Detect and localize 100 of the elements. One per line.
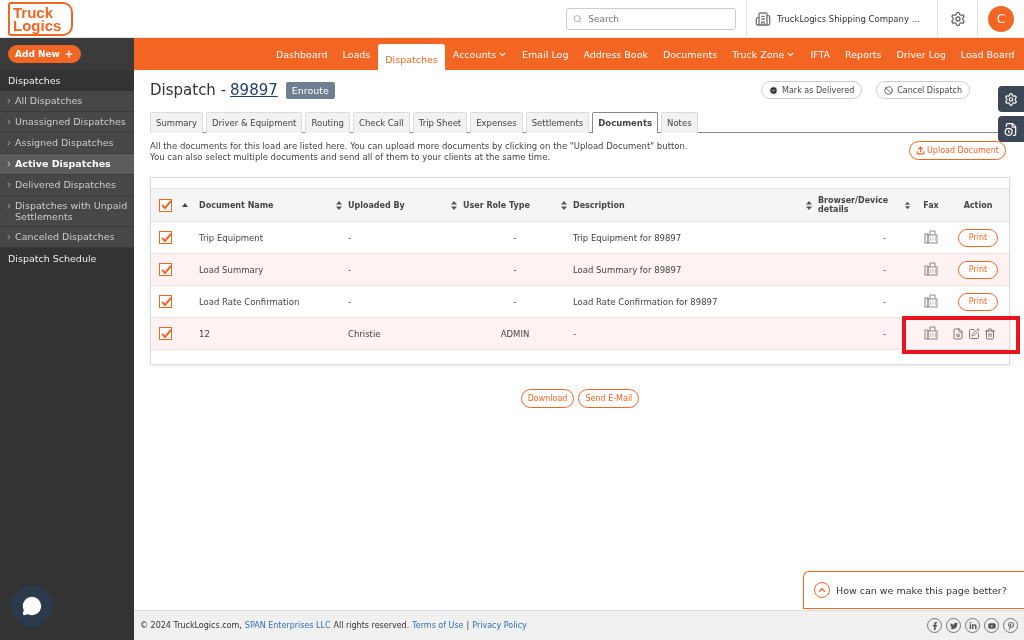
tab[interactable]: Driver & Equipment: [206, 112, 303, 133]
upload-document-button[interactable]: Upload Document: [908, 141, 1006, 160]
check-circle-icon: [769, 85, 779, 95]
print-button[interactable]: Print: [958, 228, 998, 247]
send-email-button[interactable]: Send E-Mail: [578, 389, 640, 408]
company-link[interactable]: SPAN Enterprises LLC: [244, 621, 331, 630]
table-cell-text: Load Rate Confirmation: [199, 296, 301, 307]
chevron-right-icon: [5, 160, 13, 168]
separator: |: [466, 621, 470, 630]
nav-item[interactable]: Accounts: [445, 38, 515, 70]
nav-item[interactable]: Dashboard: [268, 38, 335, 70]
file-search-icon[interactable]: [952, 327, 964, 340]
sidebar-section-title[interactable]: Dispatch Schedule: [0, 248, 134, 269]
add-new-button[interactable]: Add New: [8, 45, 81, 63]
footer-link[interactable]: Terms of Use: [412, 621, 464, 630]
chevron-right-icon: [5, 181, 13, 189]
table-cell-text: -: [512, 296, 518, 307]
trucklogics-logo[interactable]: Truck Logics: [8, 1, 74, 36]
chevron-right-icon: [5, 233, 13, 241]
feedback-tab[interactable]: How can we make this page better?: [803, 571, 1024, 609]
chevron-right-icon: [5, 202, 13, 210]
tab[interactable]: Trip Sheet: [412, 112, 468, 133]
edit-icon[interactable]: [968, 327, 980, 340]
settings-icon: [1004, 91, 1018, 107]
intro-text: All the documents for this load are listed here. You can upload more documents by clicking on the "Upload Document" button.: [150, 141, 688, 152]
sort-icon[interactable]: [336, 200, 342, 210]
tab[interactable]: Settlements: [525, 112, 590, 133]
print-button[interactable]: Print: [958, 260, 998, 279]
table-cell-text: -: [573, 328, 578, 339]
table-cell-text: ADMIN: [499, 328, 531, 339]
nav-item[interactable]: Truck Zone: [724, 38, 803, 70]
nav-item[interactable]: Loads: [335, 38, 378, 70]
plus-icon: [63, 49, 74, 59]
footer-link[interactable]: Privacy Policy: [472, 621, 527, 630]
sidebar-item[interactable]: Assigned Dispatches: [0, 133, 134, 154]
table-cell-text: -: [348, 296, 353, 307]
dispatch-title: Dispatch -: [150, 81, 227, 99]
nav-item[interactable]: IFTA: [802, 38, 838, 70]
dispatch-number-link[interactable]: 89897: [230, 81, 278, 99]
nav-item[interactable]: Dispatches: [377, 44, 446, 70]
fax-icon[interactable]: [924, 229, 938, 244]
fax-icon[interactable]: [924, 325, 938, 340]
tab[interactable]: Summary: [150, 112, 204, 133]
search-icon: [573, 13, 583, 24]
nav-item[interactable]: Driver Log: [889, 38, 954, 70]
cancel-dispatch-button[interactable]: Cancel Dispatch: [876, 81, 970, 99]
sort-icon[interactable]: [904, 200, 910, 210]
intro-text: You can also select multiple documents and send all of them to your clients at the same time.: [150, 152, 552, 163]
sort-icon[interactable]: [451, 200, 457, 210]
nav-item[interactable]: Address Book: [575, 38, 656, 70]
settings-side-button[interactable]: [998, 86, 1024, 112]
sidebar-item[interactable]: Dispatches with Unpaid Settlements: [0, 196, 134, 227]
sidebar-item[interactable]: Unassigned Dispatches: [0, 112, 134, 133]
checkbox[interactable]: [159, 231, 172, 244]
upload-icon: [915, 146, 925, 155]
table-cell-text: -: [512, 232, 518, 243]
tab[interactable]: Routing: [305, 112, 350, 133]
checkbox[interactable]: [159, 198, 172, 212]
delete-icon[interactable]: [984, 327, 996, 340]
column-header: Description: [573, 200, 625, 210]
mark-delivered-button[interactable]: Mark as Delivered: [761, 81, 863, 99]
chat-bubble-icon: [22, 596, 42, 616]
column-header: Document Name: [199, 200, 274, 210]
sort-up-icon[interactable]: [182, 203, 188, 207]
tab[interactable]: Expenses: [470, 112, 523, 133]
checkbox[interactable]: [159, 263, 172, 276]
nav-item[interactable]: Load Board: [953, 38, 1022, 70]
search-field[interactable]: Search: [566, 7, 736, 30]
download-button[interactable]: Download: [520, 389, 575, 408]
print-button[interactable]: Print: [958, 292, 998, 311]
nav-item[interactable]: Reports: [837, 38, 890, 70]
checkbox[interactable]: [159, 295, 172, 308]
table-cell-text: -: [348, 264, 353, 275]
table-cell-text: -: [881, 296, 887, 307]
table-cell-text: -: [348, 232, 353, 243]
table-cell-text: Load Summary: [199, 264, 265, 275]
company-selector[interactable]: TruckLogics Shipping Company ...: [746, 0, 938, 38]
sort-icon[interactable]: [561, 200, 567, 210]
tab[interactable]: Notes: [661, 112, 698, 133]
sidebar-item[interactable]: All Dispatches: [0, 91, 134, 112]
search-input[interactable]: Search: [586, 12, 729, 25]
tab[interactable]: Documents: [592, 112, 659, 133]
fax-icon[interactable]: [924, 261, 938, 276]
copyright-text: © 2024 TruckLogics.com,: [140, 621, 242, 630]
ban-icon: [884, 85, 894, 95]
building-icon: [755, 10, 771, 27]
nav-item[interactable]: Email Log: [514, 38, 576, 70]
sidebar-section-title[interactable]: Dispatches: [0, 70, 134, 91]
checkbox[interactable]: [159, 327, 172, 340]
fax-icon[interactable]: [924, 293, 938, 308]
sort-icon[interactable]: [806, 200, 812, 210]
table-cell-text: Trip Equipment: [199, 232, 265, 243]
document-history-button[interactable]: [998, 116, 1024, 142]
table-cell-text: Trip Equipment for 89897: [573, 232, 683, 243]
tab[interactable]: Check Call: [353, 112, 410, 133]
nav-item[interactable]: Documents: [655, 38, 725, 70]
sidebar-item[interactable]: Delivered Dispatches: [0, 175, 134, 196]
sidebar-item[interactable]: Canceled Dispatches: [0, 227, 134, 248]
user-avatar[interactable]: C: [988, 5, 1014, 32]
sidebar-item[interactable]: Active Dispatches: [0, 154, 134, 175]
